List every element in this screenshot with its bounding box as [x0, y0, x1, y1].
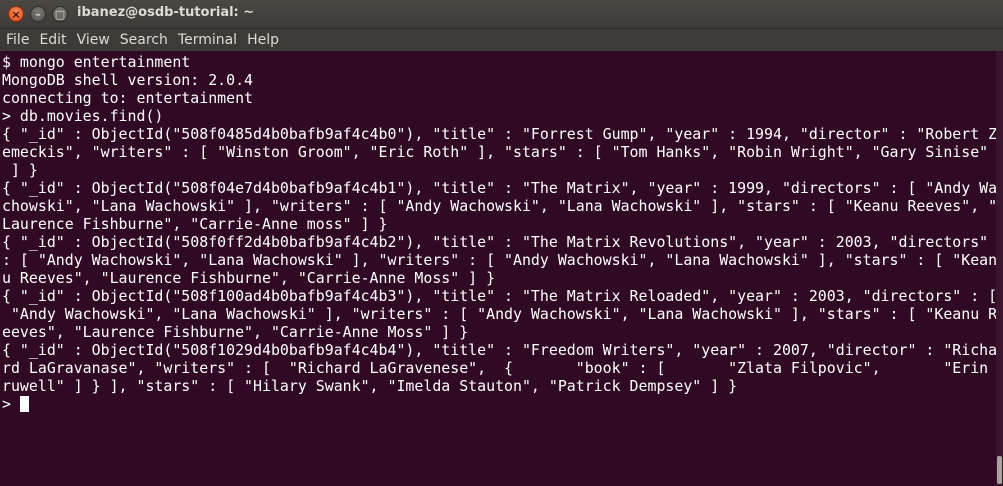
terminal-window: × – □ ibanez@osdb-tutorial: ~ File Edit … [0, 0, 1003, 486]
title-bar[interactable]: × – □ ibanez@osdb-tutorial: ~ [0, 0, 1003, 29]
terminal-line: { "_id" : ObjectId("508f0485d4b0bafb9af4… [2, 125, 996, 143]
terminal-line: Laurence Fishburne", "Carrie-Anne moss" … [2, 215, 388, 233]
terminal-line: { "_id" : ObjectId("508f04e7d4b0bafb9af4… [2, 179, 996, 197]
terminal-line: > db.movies.find() [2, 107, 164, 125]
menu-help[interactable]: Help [241, 32, 283, 48]
terminal-line: { "_id" : ObjectId("508f0ff2d4b0bafb9af4… [2, 233, 989, 251]
shell-prompt: > [2, 395, 20, 413]
terminal-line: u Reeves", "Laurence Fishburne", "Carrie… [2, 269, 496, 287]
menu-view[interactable]: View [71, 32, 114, 48]
terminal-line: eeves", "Laurence Fishburne", "Carrie-An… [2, 323, 469, 341]
terminal-line: rd LaGravanase", "writers" : [ "Richard … [2, 359, 996, 377]
terminal-line: $ mongo entertainment [2, 53, 191, 71]
terminal-line: emeckis", "writers" : [ "Winston Groom",… [2, 143, 989, 161]
scrollbar-thumb[interactable] [997, 456, 1002, 484]
terminal-line: ] } [2, 161, 38, 179]
menu-edit[interactable]: Edit [33, 32, 70, 48]
terminal-line: MongoDB shell version: 2.0.4 [2, 71, 254, 89]
terminal-line: { "_id" : ObjectId("508f100ad4b0bafb9af4… [2, 287, 996, 305]
terminal-line: ruwell" ] } ], "stars" : [ "Hilary Swank… [2, 377, 738, 395]
terminal-line: connecting to: entertainment [2, 89, 254, 107]
menu-bar: File Edit View Search Terminal Help [0, 29, 1003, 51]
terminal-output[interactable]: $ mongo entertainment MongoDB shell vers… [0, 51, 996, 486]
menu-terminal[interactable]: Terminal [172, 32, 241, 48]
terminal-line: : [ "Andy Wachowski", "Lana Wachowski" ]… [2, 251, 996, 269]
terminal-line: chowski", "Lana Wachowski" ], "writers" … [2, 197, 996, 215]
maximize-window-button[interactable]: □ [52, 6, 68, 22]
terminal-line: "Andy Wachowski", "Lana Wachowski" ], "w… [2, 305, 996, 323]
prompt-line[interactable]: > [2, 395, 29, 413]
menu-search[interactable]: Search [114, 32, 172, 48]
close-window-button[interactable]: × [8, 6, 24, 22]
vertical-scrollbar[interactable] [996, 51, 1003, 486]
minimize-window-button[interactable]: – [30, 6, 46, 22]
window-title: ibanez@osdb-tutorial: ~ [77, 5, 255, 20]
terminal-line: { "_id" : ObjectId("508f1029d4b0bafb9af4… [2, 341, 996, 359]
text-cursor [19, 396, 29, 412]
menu-file[interactable]: File [0, 32, 33, 48]
